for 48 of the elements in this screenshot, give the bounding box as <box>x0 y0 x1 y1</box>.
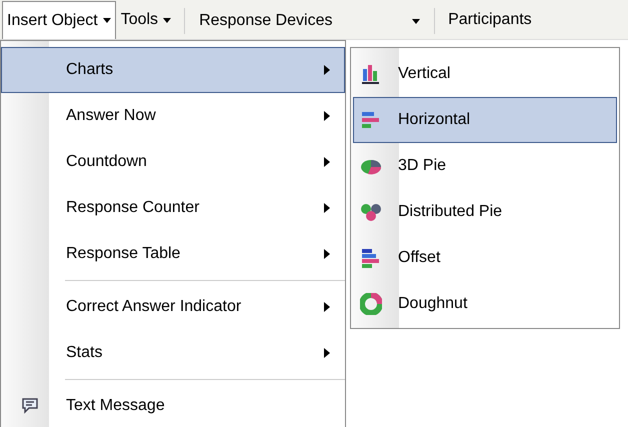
submenu-item[interactable]: 3D Pie <box>353 143 617 189</box>
menu-item-label: Charts <box>66 60 114 80</box>
menu-item-label: Response Counter <box>66 198 200 218</box>
exploded-pie-chart-icon <box>360 201 382 223</box>
menu-item-label: Answer Now <box>66 106 157 126</box>
horizontal-bar-chart-icon <box>360 247 382 269</box>
menu-item[interactable]: Correct Answer Indicator <box>1 284 345 330</box>
menu-item-label: Stats <box>66 343 104 363</box>
menu-item-label: Correct Answer Indicator <box>66 297 242 317</box>
submenu-item[interactable]: Offset <box>353 235 617 281</box>
horizontal-bar-chart-icon <box>360 109 382 131</box>
submenu-arrow-icon <box>324 249 330 259</box>
menu-item-label: Response Table <box>66 244 182 264</box>
submenu-item-label: Offset <box>398 248 440 268</box>
menu-item[interactable]: Stats <box>1 330 345 376</box>
menu-item[interactable]: Text Message <box>1 383 345 427</box>
menu-item[interactable]: Response Counter <box>1 185 345 231</box>
menu-item-label: Countdown <box>66 152 148 172</box>
submenu-item-label: 3D Pie <box>398 156 446 176</box>
menu-item[interactable]: Response Table <box>1 231 345 277</box>
menu-item[interactable]: Charts <box>1 47 345 93</box>
submenu-arrow-icon <box>324 111 330 121</box>
submenu-item[interactable]: Horizontal <box>353 97 617 143</box>
submenu-item-label: Horizontal <box>398 110 470 130</box>
submenu-item[interactable]: Doughnut <box>353 281 617 327</box>
device-dropdown[interactable]: Response Devices <box>193 3 426 39</box>
toolbar-menu-button[interactable]: Participants <box>443 1 537 39</box>
submenu-item-label: Vertical <box>398 64 450 84</box>
caret-icon <box>163 18 172 22</box>
doughnut-chart-icon <box>360 293 382 315</box>
submenu-item[interactable]: Vertical <box>353 51 617 97</box>
toolbar-menu-button[interactable]: Tools <box>116 1 176 39</box>
menu-item[interactable]: Answer Now <box>1 93 345 139</box>
speech-bubble-icon <box>21 398 39 414</box>
submenu-item-label: Distributed Pie <box>398 202 502 222</box>
submenu-arrow-icon <box>324 65 330 75</box>
dropdown-caret-icon <box>412 18 420 24</box>
submenu-arrow-icon <box>324 302 330 312</box>
submenu-arrow-icon <box>324 348 330 358</box>
toolbar-menu-button[interactable]: Insert Object <box>2 1 116 39</box>
menu-item-label: Text Message <box>66 396 166 416</box>
submenu-item-label: Doughnut <box>398 294 468 314</box>
menu-item[interactable]: Countdown <box>1 139 345 185</box>
submenu-arrow-icon <box>324 157 330 167</box>
bar-chart-icon <box>360 63 382 85</box>
submenu-item[interactable]: Distributed Pie <box>353 189 617 235</box>
caret-icon <box>102 18 111 23</box>
submenu-arrow-icon <box>324 203 330 213</box>
